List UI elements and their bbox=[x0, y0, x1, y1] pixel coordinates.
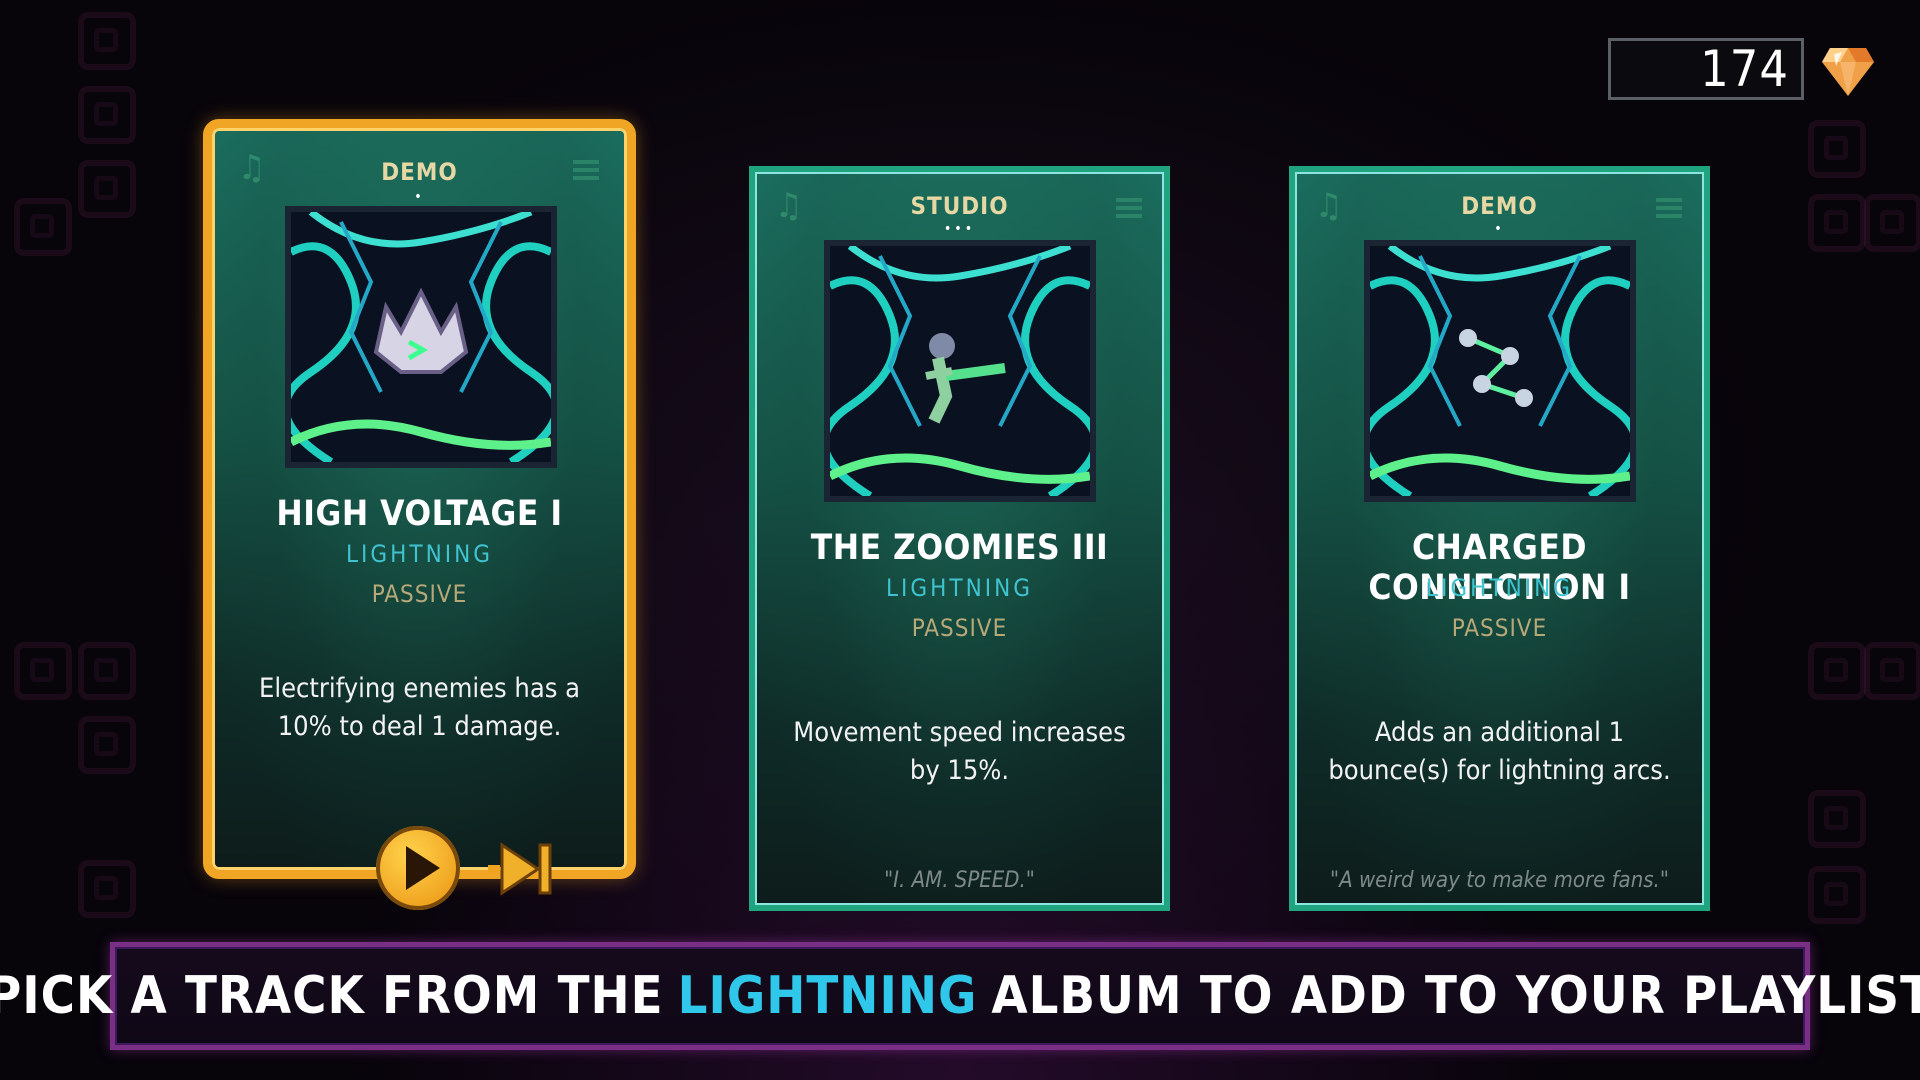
track-card-1[interactable]: ♫ DEMO • HIGH VOLTAGE I LIGHTNING PASSIV… bbox=[203, 119, 636, 879]
card-quote: "I. AM. SPEED." bbox=[884, 868, 1035, 893]
background-pattern-tile bbox=[1808, 120, 1866, 178]
background-pattern-tile bbox=[78, 716, 136, 774]
card-rarity: DEMO bbox=[1461, 192, 1538, 220]
card-rarity: STUDIO bbox=[910, 192, 1009, 220]
card-type: PASSIVE bbox=[1451, 614, 1548, 642]
background-pattern-tile bbox=[78, 642, 136, 700]
background-pattern-tile bbox=[1808, 790, 1866, 848]
banner-highlight: LIGHTNING bbox=[677, 966, 978, 1026]
rarity-dots: • bbox=[1494, 221, 1505, 237]
track-card-3[interactable]: ♫ DEMO • CHARGED CONNECTION I LIGHTNING … bbox=[1289, 166, 1710, 911]
track-card-2[interactable]: ♫ STUDIO ••• THE ZOOMIES III LIGHTNING P… bbox=[749, 166, 1170, 911]
gem-icon bbox=[1822, 48, 1874, 96]
card-rarity: DEMO bbox=[381, 158, 458, 186]
card-type: PASSIVE bbox=[371, 580, 468, 608]
banner-prefix: PICK A TRACK FROM THE bbox=[0, 966, 664, 1026]
running-figure-icon bbox=[830, 246, 1090, 496]
background-pattern-tile bbox=[78, 86, 136, 144]
card-element: LIGHTNING bbox=[886, 574, 1033, 602]
card-art bbox=[285, 206, 557, 468]
background-pattern-tile bbox=[78, 860, 136, 918]
card-art bbox=[1364, 240, 1636, 502]
rarity-dots: ••• bbox=[943, 221, 976, 237]
card-title: THE ZOOMIES III bbox=[810, 528, 1109, 568]
background-pattern-tile bbox=[1808, 642, 1866, 700]
card-element: LIGHTNING bbox=[1426, 574, 1573, 602]
card-description: Movement speed increases by 15%. bbox=[793, 717, 1126, 786]
play-button[interactable] bbox=[376, 826, 460, 910]
rarity-dots: • bbox=[414, 189, 425, 205]
card-description: Electrifying enemies has a 10% to deal 1… bbox=[259, 673, 580, 742]
banner-suffix: ALBUM TO ADD TO YOUR PLAYLIST bbox=[991, 966, 1920, 1026]
connected-nodes-icon bbox=[1370, 246, 1630, 496]
card-description: Adds an additional 1 bounce(s) for light… bbox=[1328, 717, 1671, 786]
background-pattern-tile bbox=[1808, 866, 1866, 924]
spiky-crown-icon bbox=[291, 212, 551, 462]
currency-amount: 174 bbox=[1700, 40, 1789, 98]
card-title: HIGH VOLTAGE I bbox=[276, 494, 563, 534]
background-pattern-tile bbox=[1864, 642, 1920, 700]
card-art bbox=[824, 240, 1096, 502]
card-element: LIGHTNING bbox=[346, 540, 493, 568]
background-pattern-tile bbox=[78, 160, 136, 218]
background-pattern-tile bbox=[1864, 194, 1920, 252]
background-pattern-tile bbox=[14, 642, 72, 700]
currency-counter: 174 bbox=[1608, 38, 1804, 100]
card-quote: "A weird way to make more fans." bbox=[1330, 868, 1669, 893]
instruction-banner: PICK A TRACK FROM THE LIGHTNING ALBUM TO… bbox=[0, 942, 1920, 1050]
background-pattern-tile bbox=[78, 12, 136, 70]
skip-next-button[interactable] bbox=[488, 841, 554, 897]
card-type: PASSIVE bbox=[911, 614, 1008, 642]
background-pattern-tile bbox=[14, 198, 72, 256]
background-pattern-tile bbox=[1808, 194, 1866, 252]
